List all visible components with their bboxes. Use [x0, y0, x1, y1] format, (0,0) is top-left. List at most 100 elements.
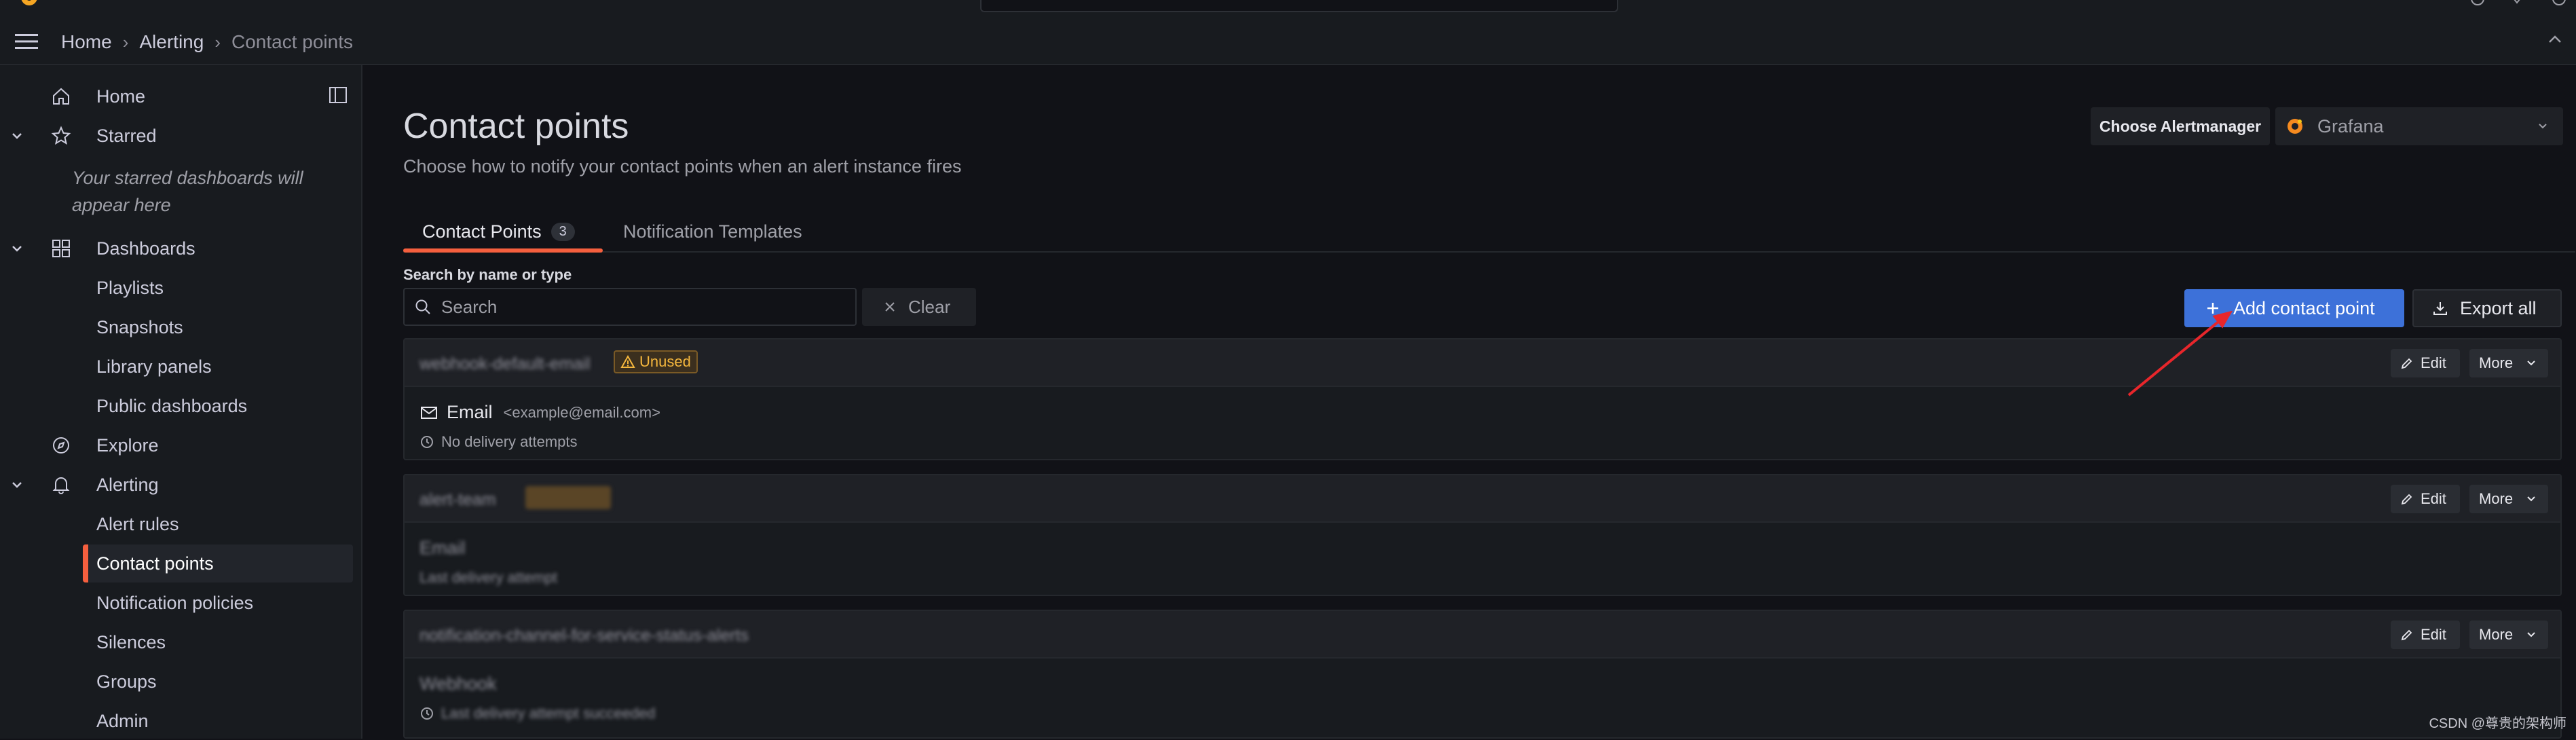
breadcrumb-home[interactable]: Home	[61, 31, 112, 53]
breadcrumb-current: Contact points	[231, 31, 353, 52]
chevron-down-icon	[2527, 496, 2535, 502]
add-contact-point-button[interactable]: Add contact point	[2184, 289, 2404, 327]
more-button[interactable]: More	[2469, 349, 2548, 377]
breadcrumb-separator: ›	[122, 31, 129, 52]
sidebar-item-label: Playlists	[96, 277, 164, 298]
contact-point-header: alert-team Edit More	[405, 475, 2560, 523]
contact-point-name: webhook-default-email	[419, 354, 591, 373]
integration-address: <example@email.com>	[503, 403, 660, 421]
tab-notification-templates[interactable]: Notification Templates	[623, 212, 802, 251]
more-label: More	[2479, 354, 2514, 371]
alertmanager-select[interactable]: Grafana	[2275, 107, 2563, 145]
sidebar-item-label: Silences	[96, 631, 166, 652]
chevron-down-icon[interactable]	[10, 477, 24, 492]
sidebar-item-alert-rules[interactable]: Alert rules	[0, 505, 361, 543]
edit-label: Edit	[2421, 354, 2446, 371]
plus-icon	[2207, 303, 2218, 314]
sidebar-item-dashboards[interactable]: Dashboards	[0, 229, 361, 267]
starred-empty-text: Your starred dashboards will appear here	[72, 168, 303, 215]
top-bar: Home › Alerting › Contact points	[0, 0, 2576, 65]
compass-icon	[53, 437, 69, 454]
more-button[interactable]: More	[2469, 485, 2548, 513]
tab-contact-points[interactable]: Contact Points 3	[422, 212, 575, 251]
sidebar-item-label: Library panels	[96, 356, 212, 377]
choose-alertmanager-label: Choose Alertmanager	[2091, 107, 2270, 145]
menu-icon[interactable]	[14, 31, 39, 52]
sidebar-item-contact-points[interactable]: Contact points	[83, 544, 353, 582]
search-icon	[415, 299, 430, 314]
sidebar-item-label: Public dashboards	[96, 395, 248, 416]
sidebar-item-public-dashboards[interactable]: Public dashboards	[0, 387, 361, 425]
integration-type: Webhook	[419, 673, 497, 694]
integration-row: Email	[419, 538, 466, 559]
delivery-status-row: No delivery attempts	[419, 433, 578, 451]
chevron-down-icon	[2527, 632, 2535, 637]
delivery-status-row: Last delivery attempt succeeded	[419, 705, 656, 722]
edit-label: Edit	[2421, 490, 2446, 507]
contact-point-header: webhook-default-email Unused Edit More	[405, 339, 2560, 387]
sidebar-item-label: Contact points	[96, 553, 214, 574]
sidebar-item-label: Explore	[96, 434, 159, 456]
clock-icon	[421, 436, 433, 448]
contact-point-name: alert-team	[419, 490, 496, 509]
alertmanager-value: Grafana	[2317, 115, 2384, 136]
sidebar-item-groups[interactable]: Groups	[0, 663, 361, 701]
breadcrumb: Home › Alerting › Contact points	[61, 30, 353, 54]
delivery-status: Last delivery attempt	[419, 569, 557, 586]
sidebar-item-alerting[interactable]: Alerting	[0, 466, 361, 504]
contact-point-name: notification-channel-for-service-status-…	[419, 626, 749, 645]
sidebar-item-library-panels[interactable]: Library panels	[0, 348, 361, 386]
edit-button[interactable]: Edit	[2391, 621, 2460, 649]
breadcrumb-alerting[interactable]: Alerting	[139, 31, 204, 53]
sidebar-item-explore[interactable]: Explore	[0, 426, 361, 464]
close-icon	[885, 302, 895, 312]
sidebar-item-label: Alert rules	[96, 513, 179, 534]
add-contact-point-label: Add contact point	[2233, 297, 2375, 318]
top-search-input[interactable]	[980, 0, 1618, 12]
sidebar-item-admin[interactable]: Admin	[0, 702, 361, 740]
more-label: More	[2479, 490, 2514, 507]
star-icon	[51, 126, 71, 145]
clear-button[interactable]: Clear	[862, 288, 976, 326]
integration-row: Email <example@email.com>	[419, 402, 660, 423]
download-icon	[2433, 302, 2447, 315]
tabs: Contact Points 3 Notification Templates	[403, 212, 2575, 253]
unused-badge: Unused	[614, 350, 698, 373]
sidebar-item-silences[interactable]: Silences	[0, 623, 361, 661]
delivery-status: No delivery attempts	[441, 433, 578, 450]
integration-type: Email	[419, 538, 466, 558]
active-indicator	[83, 544, 88, 582]
sidebar-item-starred[interactable]: Starred	[0, 117, 361, 155]
help-icon[interactable]	[2469, 0, 2486, 8]
chevron-up-icon[interactable]	[2547, 33, 2563, 46]
profile-icon[interactable]	[2551, 0, 2567, 8]
news-icon[interactable]	[2509, 0, 2525, 8]
pen-icon	[2401, 358, 2412, 369]
more-button[interactable]: More	[2469, 621, 2548, 649]
unused-badge-label: Unused	[639, 353, 691, 370]
page-title: Contact points	[403, 107, 629, 146]
search-input[interactable]	[440, 295, 850, 318]
sidebar-item-home[interactable]: Home	[0, 77, 361, 115]
edit-button[interactable]: Edit	[2391, 485, 2460, 513]
contact-point-card: webhook-default-email Unused Edit More E…	[403, 338, 2562, 460]
page-subtitle: Choose how to notify your contact points…	[403, 156, 962, 177]
pen-icon	[2401, 629, 2412, 641]
export-all-button[interactable]: Export all	[2412, 289, 2562, 327]
sidebar-item-playlists[interactable]: Playlists	[0, 269, 361, 307]
tab-count-badge: 3	[550, 222, 575, 241]
chevron-down-icon[interactable]	[10, 241, 24, 256]
edit-button[interactable]: Edit	[2391, 349, 2460, 377]
contact-point-card: notification-channel-for-service-status-…	[403, 610, 2562, 739]
chevron-down-icon[interactable]	[10, 128, 24, 143]
sidebar-item-snapshots[interactable]: Snapshots	[0, 308, 361, 346]
sidebar-nav: Home Starred Your starred dashboards wil…	[0, 65, 362, 739]
contact-point-card: alert-team Edit More Email Last delivery…	[403, 474, 2562, 596]
grafana-logo-icon[interactable]	[16, 0, 42, 8]
search-label: Search by name or type	[403, 266, 572, 283]
main-content: Contact points Choose how to notify your…	[362, 65, 2576, 739]
delivery-status: Last delivery attempt succeeded	[441, 705, 656, 722]
sidebar-item-notification-policies[interactable]: Notification policies	[0, 584, 361, 622]
warning-icon	[620, 354, 635, 368]
search-field[interactable]	[403, 288, 857, 326]
